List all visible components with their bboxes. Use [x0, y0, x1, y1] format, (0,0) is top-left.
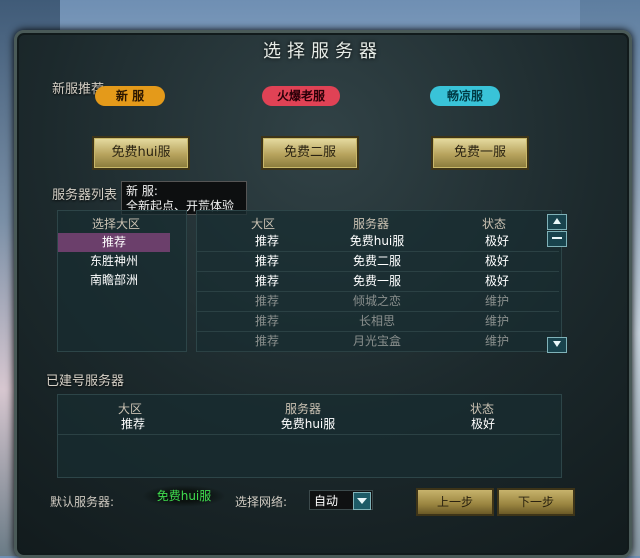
cell-status: 极好 [484, 274, 509, 288]
cell-server: 免费二服 [352, 254, 401, 268]
network-label: 选择网络: [235, 495, 288, 509]
thumb-grip-icon [552, 237, 562, 239]
cell-server: 免费一服 [352, 274, 401, 288]
cell-server: 免费hui服 [349, 234, 405, 248]
network-select-value: 自动 [314, 494, 339, 508]
tab-cool-server[interactable]: 畅凉服 [430, 86, 500, 106]
cell-status: 极好 [484, 234, 509, 248]
chevron-down-icon [553, 341, 561, 347]
default-server-value: 免费hui服 [142, 485, 226, 507]
recommend-server-button-1[interactable]: 免费hui服 [92, 136, 190, 170]
cell-region: 推荐 [120, 417, 145, 431]
table-header-region: 大区 [251, 217, 276, 231]
built-servers-label: 已建号服务器 [46, 374, 125, 389]
region-item-recommend[interactable]: 推荐 [58, 233, 170, 252]
chevron-up-icon [553, 218, 561, 224]
tab-hot-old-server[interactable]: 火爆老服 [262, 86, 340, 106]
tooltip-title: 新 服: [126, 184, 158, 198]
recommend-server-button-3[interactable]: 免费一服 [431, 136, 529, 170]
scroll-thumb[interactable] [547, 231, 567, 247]
table-row[interactable]: 推荐 免费hui服 极好 [197, 232, 559, 252]
prev-step-button[interactable]: 上一步 [416, 488, 494, 516]
select-arrow-button[interactable] [353, 492, 371, 510]
table-header-status: 状态 [482, 217, 507, 231]
table-row[interactable]: 推荐 长相思 维护 [197, 312, 559, 332]
server-list-label: 服务器列表 [52, 188, 118, 203]
cell-server: 倾城之恋 [352, 294, 401, 308]
tab-label: 火爆老服 [276, 89, 325, 103]
network-select[interactable]: 自动 [309, 490, 373, 510]
dialog-title: 选择服务器 [263, 41, 383, 62]
recommend-server-button-2[interactable]: 免费二服 [261, 136, 359, 170]
cell-server: 免费hui服 [280, 417, 336, 431]
region-item-dongsheng[interactable]: 东胜神州 [58, 252, 170, 271]
table-row[interactable]: 推荐 免费二服 极好 [197, 252, 559, 272]
scroll-up-button[interactable] [547, 214, 567, 230]
default-server-label: 默认服务器: [50, 495, 115, 509]
table-header-server: 服务器 [353, 217, 390, 231]
tab-new-server[interactable]: 新 服 [95, 86, 165, 106]
table-row[interactable]: 推荐 月光宝盒 维护 [197, 332, 559, 352]
cell-status: 维护 [484, 294, 509, 308]
region-item-nanzhan[interactable]: 南瞻部洲 [58, 271, 170, 290]
cell-status: 维护 [484, 334, 509, 348]
cell-status: 极好 [484, 254, 509, 268]
tab-label: 新 服 [115, 89, 145, 103]
table-row[interactable]: 推荐 免费一服 极好 [197, 272, 559, 292]
table-row[interactable]: 推荐 倾城之恋 维护 [197, 292, 559, 312]
scroll-down-button[interactable] [547, 337, 567, 353]
region-column-header: 选择大区 [92, 217, 141, 231]
built-server-row[interactable]: 推荐 免费hui服 极好 [58, 414, 560, 435]
cell-server: 月光宝盒 [352, 334, 401, 348]
tab-label: 畅凉服 [446, 89, 483, 103]
cell-server: 长相思 [358, 314, 395, 328]
next-step-button[interactable]: 下一步 [497, 488, 575, 516]
cell-status: 极好 [470, 417, 495, 431]
cell-status: 维护 [484, 314, 509, 328]
chevron-down-icon [357, 498, 367, 504]
